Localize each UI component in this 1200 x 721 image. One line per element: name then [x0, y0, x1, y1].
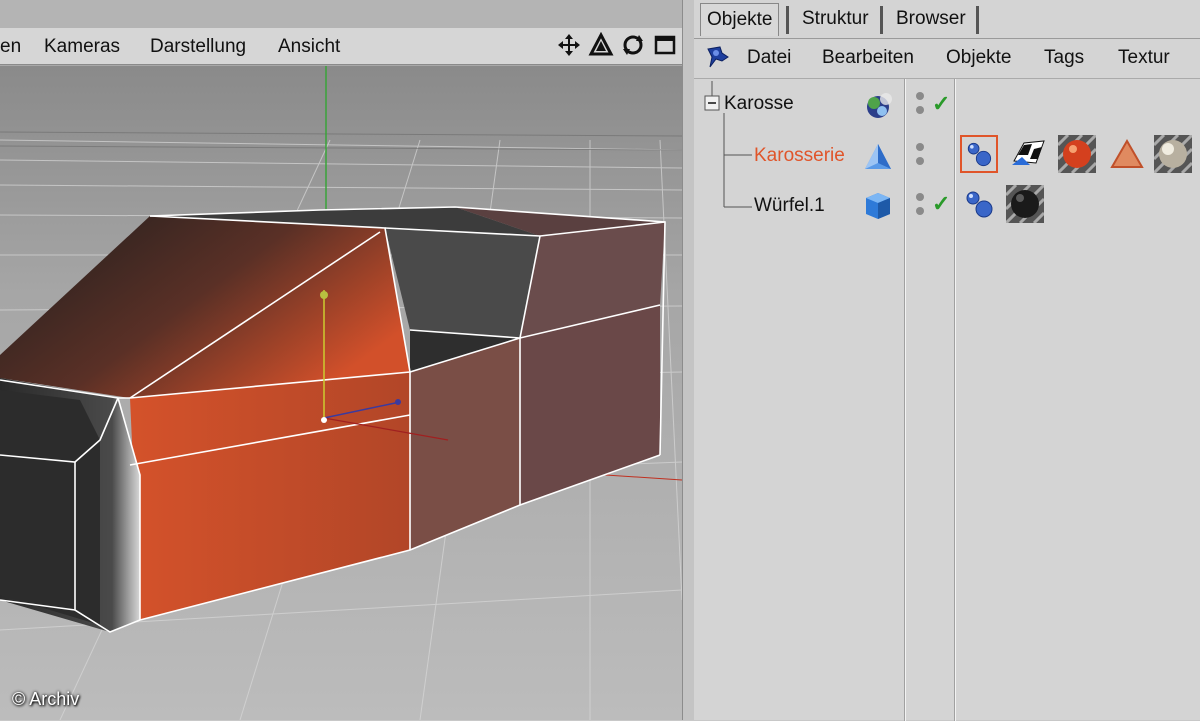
tab-separator	[976, 6, 979, 34]
material-orange-tag-icon[interactable]	[1058, 135, 1096, 173]
object-name[interactable]: Karosse	[724, 93, 794, 115]
object-manager-menubar: Datei Bearbeiten Objekte Tags Textur	[694, 38, 1200, 77]
tab-struktur[interactable]: Struktur	[796, 3, 875, 35]
selection-tag-icon[interactable]	[1108, 135, 1146, 173]
tab-browser[interactable]: Browser	[890, 3, 972, 35]
polygon-object-icon	[865, 144, 891, 169]
menu-item-kameras[interactable]: Kameras	[44, 36, 120, 58]
tab-separator	[786, 6, 789, 34]
visibility-dots[interactable]	[916, 92, 926, 116]
object-row-karosse[interactable]: Karosse ✓	[694, 83, 1200, 129]
copyright-notice: © Archiv	[12, 689, 80, 709]
visibility-dots[interactable]	[916, 193, 926, 217]
object-list: Karosse ✓ Karosserie Würfel.1 ✓	[694, 78, 1200, 721]
maximize-icon[interactable]	[652, 32, 678, 58]
uvw-tag-icon[interactable]	[1010, 135, 1048, 173]
group-null-icon	[867, 93, 892, 118]
rotate-icon[interactable]	[620, 32, 646, 58]
menu-item-bearbeiten[interactable]: Bearbeiten	[822, 47, 914, 69]
scale-icon[interactable]	[588, 32, 614, 58]
viewport-title-strip	[0, 0, 688, 28]
object-row-wuerfel[interactable]: Würfel.1 ✓	[694, 183, 1200, 229]
material-sky-tag-icon[interactable]	[1154, 135, 1192, 173]
menu-item-darstellung[interactable]: Darstellung	[150, 36, 246, 58]
object-manager: Objekte Struktur Browser Datei Bearbeite…	[694, 0, 1200, 721]
object-name[interactable]: Würfel.1	[754, 195, 825, 217]
collapse-icon[interactable]	[704, 95, 720, 111]
menu-item-tags[interactable]: Tags	[1044, 47, 1084, 69]
enabled-check-icon[interactable]: ✓	[932, 191, 950, 217]
viewport-panel: en Kameras Darstellung Ansicht © Archiv	[0, 0, 688, 720]
visibility-dots[interactable]	[916, 143, 926, 167]
phong-tag-icon[interactable]	[960, 135, 998, 173]
object-name[interactable]: Karosserie	[754, 145, 845, 167]
move-icon[interactable]	[556, 32, 582, 58]
viewport-menubar: en Kameras Darstellung Ansicht	[0, 28, 682, 65]
menu-item-objekte[interactable]: Objekte	[946, 47, 1011, 69]
object-manager-tabs: Objekte Struktur Browser	[694, 0, 1200, 38]
menu-item-textur[interactable]: Textur	[1118, 47, 1170, 69]
material-black-tag-icon[interactable]	[1006, 185, 1044, 223]
cube-icon	[866, 193, 890, 219]
viewport-scene	[0, 66, 682, 720]
menu-item-bearbeiten[interactable]: en	[0, 36, 21, 58]
enabled-check-icon[interactable]: ✓	[932, 91, 950, 117]
pin-icon[interactable]	[702, 43, 734, 73]
tab-objekte[interactable]: Objekte	[700, 3, 780, 36]
menu-item-ansicht[interactable]: Ansicht	[278, 36, 340, 58]
object-row-karosserie[interactable]: Karosserie	[694, 133, 1200, 179]
tab-separator	[880, 6, 883, 34]
menu-item-datei[interactable]: Datei	[747, 47, 791, 69]
3d-viewport[interactable]	[0, 66, 684, 720]
phong-tag-icon[interactable]	[960, 185, 998, 223]
